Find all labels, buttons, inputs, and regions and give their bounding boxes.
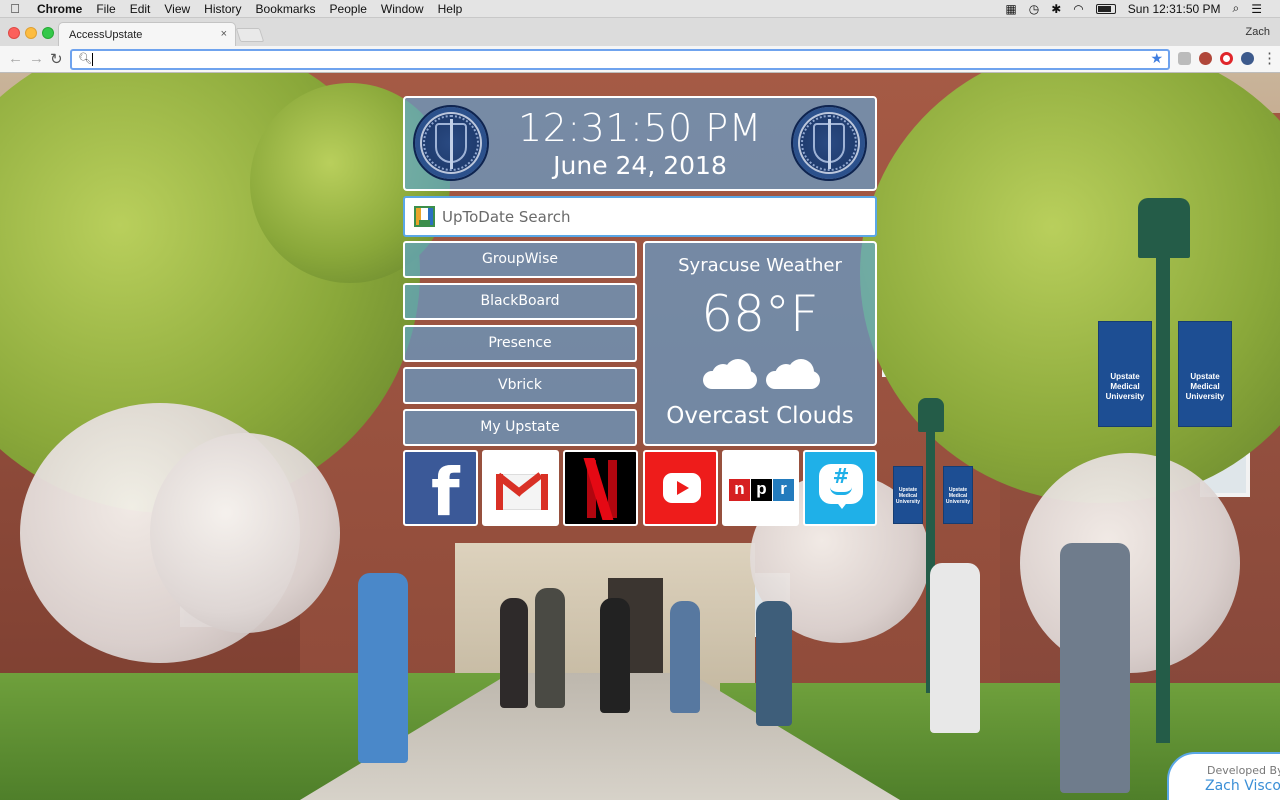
menu-bar-tray: ▦ ◷ ✱ ◠ Sun 12:31:50 PM ⌕ ☰	[999, 1, 1280, 16]
chrome-menu-icon[interactable]: ⋮	[1262, 49, 1277, 67]
gmail-tile[interactable]	[482, 450, 559, 526]
youtube-tile[interactable]	[643, 450, 718, 526]
menu-edit[interactable]: Edit	[123, 2, 158, 16]
link-my-upstate-button[interactable]: My Upstate	[403, 409, 637, 446]
menu-help[interactable]: Help	[431, 2, 470, 16]
profile-button[interactable]: Zach	[1246, 26, 1270, 38]
extension-cookie-icon[interactable]	[1199, 52, 1212, 65]
address-bar[interactable]: 🔍︎ ★	[70, 49, 1170, 70]
spotlight-icon[interactable]: ⌕	[1227, 1, 1246, 16]
reload-icon[interactable]: ↻	[50, 50, 63, 68]
developer-badge[interactable]: Developed By: Zach Visco	[1167, 752, 1280, 800]
menu-view[interactable]: View	[157, 2, 197, 16]
uptodate-logo-icon	[414, 206, 435, 227]
npr-letter-n: n	[729, 479, 750, 501]
zoom-window-button[interactable]	[42, 27, 54, 39]
weather-title: Syracuse Weather	[678, 255, 842, 276]
mission-control-icon[interactable]: ▦	[999, 2, 1022, 16]
extension-globe-icon[interactable]	[1241, 52, 1254, 65]
close-window-button[interactable]	[8, 27, 20, 39]
facebook-icon: f	[431, 454, 460, 526]
time-machine-icon[interactable]: ◷	[1023, 2, 1045, 16]
opera-vpn-icon[interactable]	[1220, 52, 1233, 65]
developer-name[interactable]: Zach Visco	[1205, 778, 1280, 794]
menu-bar-clock[interactable]: Sun 12:31:50 PM	[1122, 2, 1227, 16]
link-blackboard-button[interactable]: BlackBoard	[403, 283, 637, 320]
npr-letter-r: r	[773, 479, 794, 501]
menu-chrome[interactable]: Chrome	[30, 2, 89, 16]
campus-banner: Upstate Medical University	[1178, 321, 1232, 427]
menu-window[interactable]: Window	[374, 2, 431, 16]
wifi-icon[interactable]: ◠	[1067, 2, 1089, 16]
browser-toolbar: ← → ↻ 🔍︎ ★ ⋮	[0, 46, 1280, 73]
minimize-window-button[interactable]	[25, 27, 37, 39]
menu-file[interactable]: File	[89, 2, 122, 16]
uptodate-search-bar	[403, 196, 877, 237]
tab-close-icon[interactable]: ×	[221, 28, 227, 40]
campus-banner: Upstate Medical University	[1098, 321, 1152, 427]
tab-accessupstate[interactable]: AccessUpstate ×	[58, 22, 236, 46]
apple-menu-icon[interactable]: 	[0, 1, 30, 16]
developer-label: Developed By:	[1207, 764, 1280, 777]
notification-center-icon[interactable]: ☰	[1245, 2, 1268, 16]
bluetooth-icon[interactable]: ✱	[1045, 2, 1067, 16]
tab-title: AccessUpstate	[69, 29, 143, 41]
new-tab-button[interactable]	[235, 28, 265, 42]
weather-panel: Syracuse Weather 68°F Overcast Clouds	[643, 241, 877, 446]
back-arrow-icon[interactable]: ←	[8, 50, 23, 67]
netflix-icon	[583, 458, 617, 520]
uptodate-search-input[interactable]	[442, 205, 862, 229]
forward-arrow-icon[interactable]: →	[29, 50, 44, 67]
text-caret	[92, 53, 93, 66]
npr-tile[interactable]: n p r	[722, 450, 799, 526]
university-seal-icon	[791, 105, 867, 181]
facebook-tile[interactable]: f	[403, 450, 478, 526]
battery-icon[interactable]	[1095, 3, 1116, 14]
browser-tab-strip: AccessUpstate × Zach	[0, 18, 1280, 46]
menu-history[interactable]: History	[197, 2, 248, 16]
macos-menu-bar:  Chrome File Edit View History Bookmark…	[0, 0, 1280, 18]
overcast-clouds-icon	[645, 355, 875, 395]
menu-bookmarks[interactable]: Bookmarks	[249, 2, 323, 16]
campus-banner-small: Upstate Medical University	[943, 466, 973, 524]
clock-panel: 12:31:50 PM June 24, 2018	[403, 96, 877, 191]
menu-people[interactable]: People	[323, 2, 374, 16]
groupme-tile[interactable]: #	[803, 450, 877, 526]
extension-t-icon[interactable]	[1178, 52, 1191, 65]
search-icon: 🔍︎	[78, 53, 92, 65]
campus-banner-small: Upstate Medical University	[893, 466, 923, 524]
weather-condition: Overcast Clouds	[666, 403, 854, 429]
link-vbrick-button[interactable]: Vbrick	[403, 367, 637, 404]
link-groupwise-button[interactable]: GroupWise	[403, 241, 637, 278]
netflix-tile[interactable]	[563, 450, 638, 526]
npr-letter-p: p	[751, 479, 772, 501]
link-presence-button[interactable]: Presence	[403, 325, 637, 362]
bookmark-star-icon[interactable]: ★	[1150, 50, 1163, 67]
weather-temperature: 68°F	[701, 285, 819, 343]
